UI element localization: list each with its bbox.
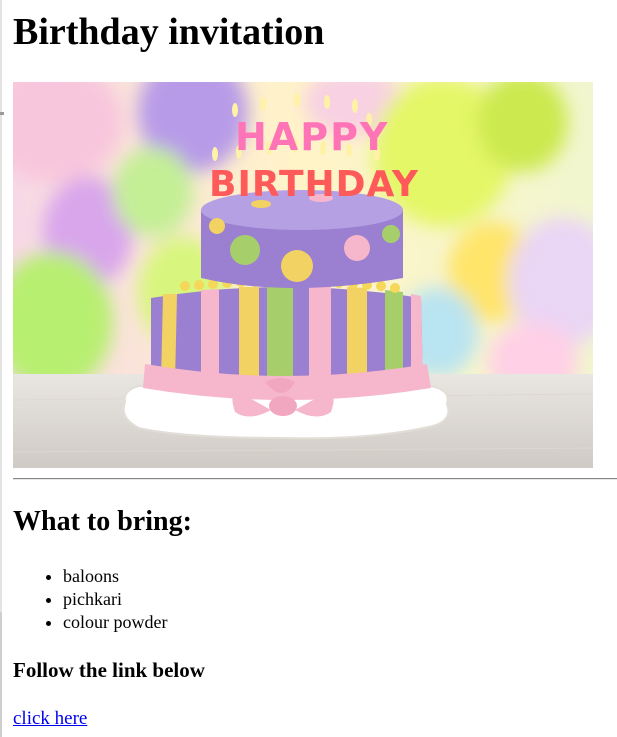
list-item: pichkari (63, 588, 167, 611)
bring-list: baloons pichkari colour powder (13, 565, 167, 634)
bring-heading: What to bring: (13, 506, 192, 537)
edge-lower-shade (0, 612, 2, 737)
cake-illustration: HAPPY BIRTHDAY (13, 82, 593, 468)
list-item: baloons (63, 565, 167, 588)
cake-text-birthday: BIRTHDAY (209, 164, 419, 205)
section-divider (13, 478, 617, 480)
click-here-link[interactable]: click here (13, 707, 87, 731)
page-title: Birthday invitation (13, 11, 325, 53)
edge-tick (0, 112, 4, 115)
list-item: colour powder (63, 611, 167, 634)
window-edge (0, 0, 4, 737)
cake-text-happy: HAPPY (235, 115, 389, 159)
birthday-cake-image: HAPPY BIRTHDAY (13, 82, 593, 468)
follow-heading: Follow the link below (13, 658, 205, 682)
